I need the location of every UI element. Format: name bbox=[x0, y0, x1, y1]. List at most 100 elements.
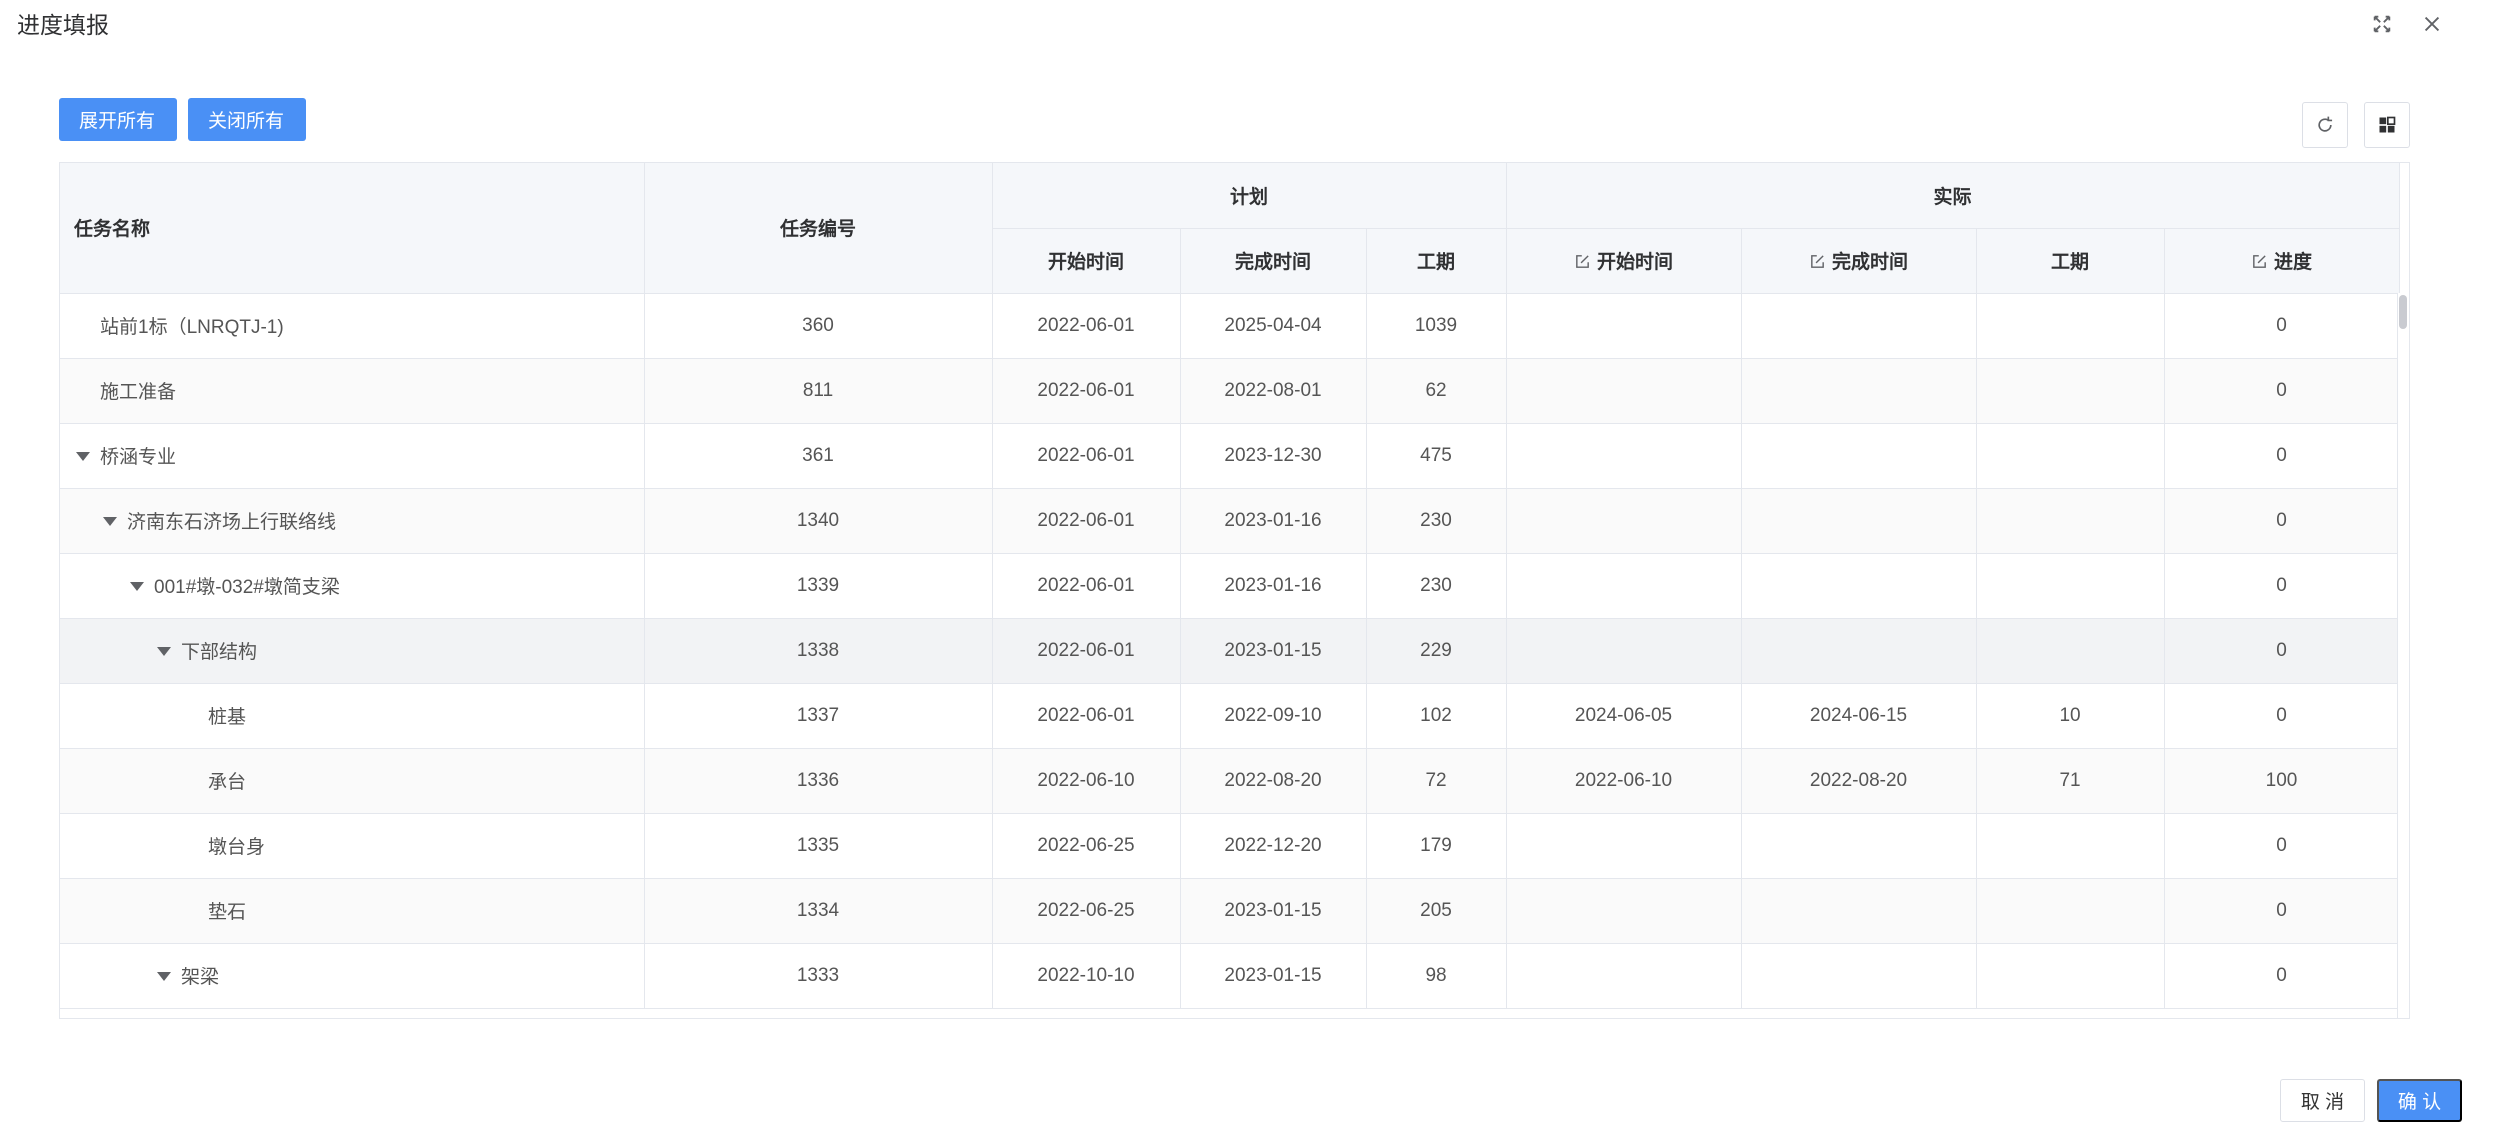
table-row[interactable]: 架梁 1333 2022-10-10 2023-01-15 98 0 bbox=[60, 943, 2400, 1009]
cell-plan-duration: 229 bbox=[1366, 618, 1507, 684]
task-name-cell: 下部结构 bbox=[60, 618, 645, 684]
table-row[interactable]: 站前1标（LNRQTJ-1) 360 2022-06-01 2025-04-04 103… bbox=[60, 293, 2400, 359]
cell-actual-end[interactable] bbox=[1741, 943, 1977, 1009]
cell-actual-start[interactable] bbox=[1506, 423, 1742, 489]
table-row[interactable]: 施工准备 811 2022-06-01 2022-08-01 62 0 bbox=[60, 358, 2400, 424]
header-plan-group: 计划 bbox=[992, 163, 1507, 229]
scrollbar-thumb[interactable] bbox=[2399, 295, 2407, 329]
cell-actual-end[interactable] bbox=[1741, 618, 1977, 684]
cell-actual-duration bbox=[1976, 813, 2165, 879]
expand-all-button[interactable]: 展开所有 bbox=[59, 98, 177, 141]
table-row[interactable]: 济南东石济场上行联络线 1340 2022-06-01 2023-01-16 230 0 bbox=[60, 488, 2400, 554]
fullscreen-icon[interactable] bbox=[2368, 10, 2396, 38]
task-name-cell: 桥涵专业 bbox=[60, 423, 645, 489]
cell-actual-duration bbox=[1976, 943, 2165, 1009]
cell-plan-end: 2022-08-20 bbox=[1180, 748, 1367, 814]
refresh-button[interactable] bbox=[2302, 102, 2348, 148]
cell-plan-start: 2022-06-01 bbox=[992, 293, 1181, 359]
cell-actual-duration: 10 bbox=[1976, 683, 2165, 749]
cell-progress[interactable]: 0 bbox=[2164, 488, 2400, 554]
table-row[interactable]: 桥涵专业 361 2022-06-01 2023-12-30 475 0 bbox=[60, 423, 2400, 489]
collapse-all-button[interactable]: 关闭所有 bbox=[188, 98, 306, 141]
cell-plan-start: 2022-06-25 bbox=[992, 813, 1181, 879]
cell-no: 1336 bbox=[644, 748, 993, 814]
cell-actual-start[interactable]: 2022-06-10 bbox=[1506, 748, 1742, 814]
cell-progress[interactable]: 0 bbox=[2164, 423, 2400, 489]
cell-actual-end[interactable] bbox=[1741, 813, 1977, 879]
table-row[interactable]: 承台 1336 2022-06-10 2022-08-20 72 2022-06-10 20… bbox=[60, 748, 2400, 814]
cell-actual-duration bbox=[1976, 423, 2165, 489]
cell-plan-end: 2022-09-10 bbox=[1180, 683, 1367, 749]
table-row[interactable]: 墩台身 1335 2022-06-25 2022-12-20 179 0 bbox=[60, 813, 2400, 879]
confirm-button[interactable]: 确 认 bbox=[2377, 1079, 2462, 1122]
table-row[interactable]: 下部结构 1338 2022-06-01 2023-01-15 229 0 bbox=[60, 618, 2400, 684]
cell-progress[interactable]: 100 bbox=[2164, 748, 2400, 814]
task-name-label: 垫石 bbox=[208, 902, 247, 923]
task-name-cell: 墩台身 bbox=[60, 813, 645, 879]
cell-progress[interactable]: 0 bbox=[2164, 878, 2400, 944]
cell-no: 1339 bbox=[644, 553, 993, 619]
cancel-button[interactable]: 取 消 bbox=[2280, 1079, 2365, 1122]
cell-plan-duration: 98 bbox=[1366, 943, 1507, 1009]
cell-actual-end[interactable] bbox=[1741, 423, 1977, 489]
cell-actual-end[interactable] bbox=[1741, 488, 1977, 554]
header-plan-duration: 工期 bbox=[1366, 228, 1507, 294]
task-name-cell: 施工准备 bbox=[60, 358, 645, 424]
cell-plan-duration: 72 bbox=[1366, 748, 1507, 814]
table-row[interactable]: 桩基 1337 2022-06-01 2022-09-10 102 2024-06-05 2… bbox=[60, 683, 2400, 749]
cell-actual-end[interactable]: 2024-06-15 bbox=[1741, 683, 1977, 749]
cell-progress[interactable]: 0 bbox=[2164, 358, 2400, 424]
task-name-label: 站前1标（LNRQTJ-1) bbox=[100, 317, 284, 338]
cell-actual-end[interactable] bbox=[1741, 293, 1977, 359]
cell-actual-end[interactable] bbox=[1741, 358, 1977, 424]
caret-down-icon[interactable] bbox=[103, 517, 117, 526]
task-name-cell: 架梁 bbox=[60, 943, 645, 1009]
cell-actual-start[interactable]: 2024-06-05 bbox=[1506, 683, 1742, 749]
scrollbar-track[interactable] bbox=[2397, 293, 2409, 1018]
cell-actual-end[interactable] bbox=[1741, 878, 1977, 944]
header-progress-label: 进度 bbox=[2274, 252, 2313, 273]
cell-actual-end[interactable] bbox=[1741, 553, 1977, 619]
cell-actual-start[interactable] bbox=[1506, 943, 1742, 1009]
table-row[interactable]: 垫石 1334 2022-06-25 2023-01-15 205 0 bbox=[60, 878, 2400, 944]
cell-progress[interactable]: 0 bbox=[2164, 683, 2400, 749]
task-name-label: 桥涵专业 bbox=[100, 447, 177, 468]
cell-progress[interactable]: 0 bbox=[2164, 943, 2400, 1009]
edit-icon bbox=[1576, 255, 1589, 268]
cell-actual-start[interactable] bbox=[1506, 358, 1742, 424]
cell-actual-duration bbox=[1976, 618, 2165, 684]
cell-plan-duration: 179 bbox=[1366, 813, 1507, 879]
cell-plan-end: 2023-01-16 bbox=[1180, 488, 1367, 554]
cell-actual-start[interactable] bbox=[1506, 553, 1742, 619]
cell-progress[interactable]: 0 bbox=[2164, 813, 2400, 879]
cell-actual-end[interactable]: 2022-08-20 bbox=[1741, 748, 1977, 814]
column-settings-button[interactable] bbox=[2364, 102, 2410, 148]
header-task-no: 任务编号 bbox=[644, 163, 993, 294]
close-icon[interactable] bbox=[2418, 10, 2446, 38]
caret-down-icon[interactable] bbox=[76, 452, 90, 461]
header-plan-start: 开始时间 bbox=[992, 228, 1181, 294]
caret-down-icon[interactable] bbox=[130, 582, 144, 591]
table-row[interactable]: 001#墩-032#墩简支梁 1339 2022-06-01 2023-01-16 23… bbox=[60, 553, 2400, 619]
cell-plan-start: 2022-06-01 bbox=[992, 683, 1181, 749]
caret-down-icon[interactable] bbox=[157, 972, 171, 981]
caret-down-icon[interactable] bbox=[157, 647, 171, 656]
cell-progress[interactable]: 0 bbox=[2164, 553, 2400, 619]
cell-progress[interactable]: 0 bbox=[2164, 618, 2400, 684]
task-name-label: 墩台身 bbox=[208, 837, 266, 858]
cell-plan-duration: 102 bbox=[1366, 683, 1507, 749]
cell-actual-start[interactable] bbox=[1506, 878, 1742, 944]
cell-no: 1338 bbox=[644, 618, 993, 684]
task-name-label: 承台 bbox=[208, 772, 247, 793]
cell-actual-start[interactable] bbox=[1506, 813, 1742, 879]
cell-actual-start[interactable] bbox=[1506, 293, 1742, 359]
header-plan-end: 完成时间 bbox=[1180, 228, 1367, 294]
edit-icon bbox=[1811, 255, 1824, 268]
cell-actual-start[interactable] bbox=[1506, 618, 1742, 684]
cell-progress[interactable]: 0 bbox=[2164, 293, 2400, 359]
header-actual-start: 开始时间 bbox=[1506, 228, 1742, 294]
task-name-cell: 桩基 bbox=[60, 683, 645, 749]
cell-actual-start[interactable] bbox=[1506, 488, 1742, 554]
task-name-label: 施工准备 bbox=[100, 382, 177, 403]
cell-plan-duration: 1039 bbox=[1366, 293, 1507, 359]
